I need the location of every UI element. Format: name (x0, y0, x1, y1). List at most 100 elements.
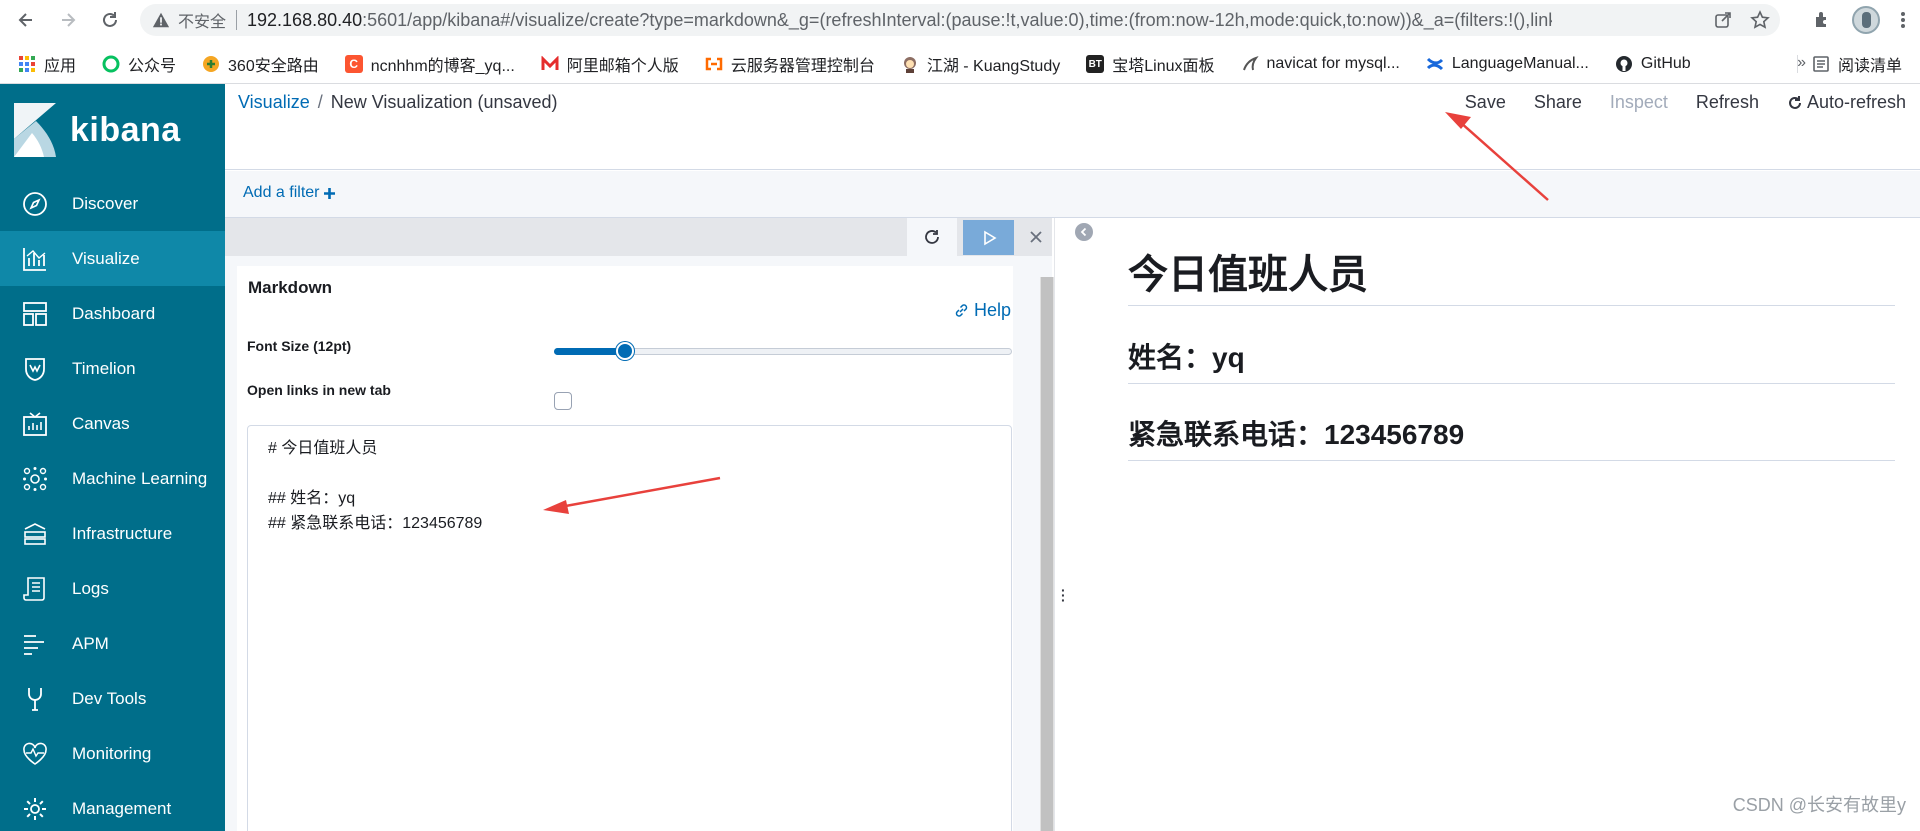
share-button[interactable]: Share (1534, 92, 1582, 113)
help-label: Help (973, 300, 1011, 320)
refresh-icon (1789, 95, 1801, 109)
browser-toolbar: 不安全 192.168.80.40 :5601/app/kibana#/visu… (0, 0, 1920, 84)
bookmark-label: 公众号 (128, 58, 177, 75)
address-separator (236, 10, 238, 30)
drag-dots-icon: · · · (1061, 582, 1066, 608)
sidebar-item-label: Monitoring (72, 743, 152, 763)
auto-refresh-label: Auto-refresh (1806, 92, 1906, 112)
markdown-textarea[interactable]: # 今日值班人员 ## 姓名：yq ## 紧急联系电话：123456789 (247, 425, 1012, 831)
wechat-icon (102, 55, 120, 73)
bookmark-label: 阿里邮箱个人版 (566, 58, 679, 75)
filter-bar: Add a filter (225, 171, 1920, 218)
bookmark-label: 江湖 - KuangStudy (926, 58, 1061, 75)
font-size-slider[interactable] (554, 342, 1012, 360)
slider-fill (554, 348, 625, 355)
chevron-left-icon (1080, 227, 1087, 237)
open-links-checkbox[interactable] (554, 392, 572, 410)
bookmark-360[interactable]: 360安全路由 (202, 52, 319, 76)
editor-scrollbar[interactable] (1040, 277, 1054, 831)
more-vertical-icon[interactable] (1900, 10, 1906, 30)
panel-resize-handle[interactable]: · · · (1054, 218, 1072, 831)
bookmark-label: 云服务器管理控制台 (730, 58, 875, 75)
bookmark-label: 360安全路由 (228, 58, 319, 75)
plus-icon (324, 187, 336, 199)
forward-button[interactable] (54, 6, 82, 34)
discard-changes-button[interactable] (907, 218, 957, 256)
sidebar-item-timelion[interactable]: Timelion (0, 341, 225, 396)
refresh-button[interactable]: Refresh (1696, 92, 1759, 113)
screenshot: 不安全 192.168.80.40 :5601/app/kibana#/visu… (0, 0, 1920, 831)
apply-changes-button[interactable] (963, 220, 1014, 255)
sidebar-item-machine-learning[interactable]: Machine Learning (0, 451, 225, 506)
kibana-logo[interactable]: kibana (0, 84, 225, 176)
bookmark-label: 宝塔Linux面板 (1112, 58, 1215, 75)
back-button[interactable] (12, 6, 40, 34)
reading-list-button[interactable]: 阅读清单 (1796, 52, 1902, 76)
sidebar-item-discover[interactable]: Discover (0, 176, 225, 231)
sidebar-item-label: APM (72, 633, 109, 653)
sidebar-item-label: Infrastructure (72, 523, 173, 543)
bookmark-label: navicat for mysql... (1266, 55, 1400, 72)
kibana-logo-text: kibana (70, 110, 181, 149)
collapse-editor-button[interactable] (1075, 223, 1093, 241)
panel-title: Markdown (248, 278, 333, 297)
help-link[interactable]: Help (954, 300, 1011, 321)
share-icon[interactable] (1714, 11, 1732, 29)
kibana-top-nav: Visualize / New Visualization (unsaved) … (225, 84, 1920, 170)
profile-avatar[interactable] (1852, 6, 1880, 34)
star-icon[interactable] (1750, 10, 1770, 30)
csdn-icon: C (344, 55, 363, 73)
sidebar-item-canvas[interactable]: Canvas (0, 396, 225, 451)
add-filter-button[interactable]: Add a filter (243, 184, 336, 202)
bookmark-bt-panel[interactable]: BT 宝塔Linux面板 (1086, 52, 1215, 76)
inspect-button[interactable]: Inspect (1610, 92, 1668, 113)
bookmark-csdn[interactable]: C ncnhhm的博客_yq... (344, 52, 515, 76)
add-filter-label: Add a filter (243, 184, 320, 201)
sidebar-item-monitoring[interactable]: Monitoring (0, 726, 225, 781)
github-icon (1615, 56, 1632, 72)
bookmark-aliyun-console[interactable]: 云服务器管理控制台 (705, 52, 875, 76)
gear-icon (24, 797, 46, 820)
open-links-label: Open links in new tab (247, 382, 391, 398)
extensions-icon[interactable] (1812, 10, 1832, 30)
bookmark-label: GitHub (1640, 55, 1691, 72)
breadcrumb-current: New Visualization (unsaved) (330, 92, 558, 112)
sidebar-item-dashboard[interactable]: Dashboard (0, 286, 225, 341)
bookmark-label: ncnhhm的博客_yq... (370, 58, 515, 75)
preview-heading-rule (1128, 305, 1895, 306)
visualize-icon (23, 247, 46, 271)
bookmark-aliyun-mail[interactable]: 阿里邮箱个人版 (541, 52, 679, 76)
reload-button[interactable] (96, 6, 124, 34)
bookmark-confluence[interactable]: LanguageManual... (1426, 55, 1589, 73)
preview-heading-1: 今日值班人员 (1128, 253, 1368, 297)
machine-learning-icon (23, 466, 47, 491)
close-editor-button[interactable] (1020, 218, 1052, 256)
360-icon (203, 56, 220, 72)
dashboard-icon (23, 301, 47, 326)
scrollbar-thumb[interactable] (1041, 277, 1053, 831)
sidebar-item-logs[interactable]: Logs (0, 561, 225, 616)
infrastructure-icon (24, 522, 46, 545)
csdn-watermark: CSDN @长安有故里y (1732, 795, 1906, 815)
play-icon (983, 230, 997, 245)
save-button[interactable]: Save (1465, 92, 1506, 113)
sidebar-item-infrastructure[interactable]: Infrastructure (0, 506, 225, 561)
sidebar-item-apm[interactable]: APM (0, 616, 225, 671)
compass-icon (23, 191, 47, 216)
slider-thumb[interactable] (615, 342, 634, 360)
bookmark-kuangstudy[interactable]: 江湖 - KuangStudy (901, 52, 1060, 76)
bookmark-wechat[interactable]: 公众号 (102, 52, 176, 76)
sidebar-item-visualize[interactable]: Visualize (0, 231, 225, 286)
breadcrumb-visualize-link[interactable]: Visualize (238, 92, 310, 113)
monitoring-icon (23, 742, 47, 765)
bookmark-apps[interactable]: 应用 (18, 52, 76, 76)
address-bar[interactable]: 不安全 192.168.80.40 :5601/app/kibana#/visu… (140, 4, 1780, 36)
bookmark-github[interactable]: GitHub (1615, 55, 1691, 73)
sidebar-item-dev-tools[interactable]: Dev Tools (0, 671, 225, 726)
bookmark-navicat[interactable]: navicat for mysql... (1241, 55, 1400, 73)
reading-list-label: 阅读清单 (1837, 58, 1902, 75)
sidebar-item-management[interactable]: Management (0, 781, 225, 831)
auto-refresh-button[interactable]: Auto-refresh (1787, 92, 1906, 113)
reload-icon (103, 12, 117, 27)
bt-icon: BT (1086, 55, 1105, 73)
